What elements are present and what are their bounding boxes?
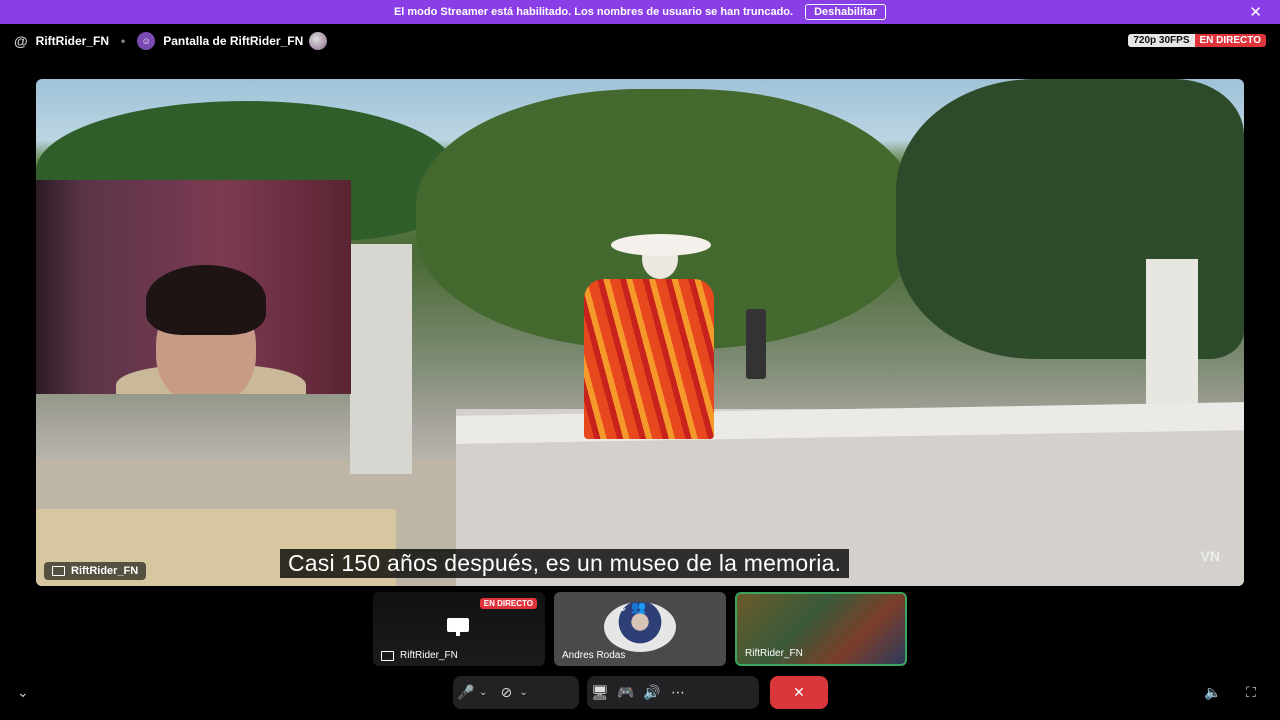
video-watermark: VN	[1200, 548, 1220, 564]
banner-message: El modo Streamer está habilitado. Los no…	[393, 6, 794, 18]
volume-icon[interactable]: 🔈	[1204, 684, 1221, 701]
streamer-mode-banner: El modo Streamer está habilitado. Los no…	[0, 0, 1280, 24]
tile-live-badge: EN DIRECTO	[479, 598, 537, 609]
channel-username[interactable]: RiftRider_FN	[36, 34, 109, 48]
chevron-down-icon[interactable]: ⌄	[479, 687, 487, 698]
tile-label-text: RiftRider_FN	[400, 650, 458, 661]
video-scene-hat	[611, 234, 711, 256]
tile-label: Andres Rodas	[562, 650, 626, 661]
chevron-down-icon[interactable]: ⌄	[519, 687, 527, 698]
participant-tiles: EN DIRECTO RiftRider_FN ⌄ 👥 Andres Rodas…	[0, 592, 1280, 668]
more-options-icon[interactable]: ⋯	[665, 680, 691, 706]
webcam-overlay	[36, 180, 351, 394]
participant-tile[interactable]: RiftRider_FN	[735, 592, 907, 666]
chevron-down-icon[interactable]: ⌄ 👥	[618, 600, 646, 614]
tile-label: RiftRider_FN	[745, 648, 803, 659]
stage-label-text: RiftRider_FN	[71, 565, 139, 577]
game-controller-icon[interactable]: 🎮	[613, 680, 639, 706]
header-left: @ RiftRider_FN • ☺ Pantalla de RiftRider…	[14, 32, 328, 50]
participant-tile[interactable]: ⌄ 👥 Andres Rodas	[554, 592, 726, 666]
screen-share-icon	[447, 618, 469, 636]
close-icon[interactable]: ✕	[1249, 3, 1262, 21]
chevron-down-icon[interactable]: ⌄	[17, 684, 29, 701]
stream-quality-badge: 720p 30FPS	[1128, 34, 1195, 47]
screen-share-icon	[52, 566, 65, 576]
media-controls-group: 🎤 ⌄ ⊘ ⌄	[453, 676, 579, 709]
at-icon: @	[14, 33, 28, 49]
call-controls: 🎤 ⌄ ⊘ ⌄ 🖥 🎮 🔊 ⋯ ✕	[0, 676, 1280, 712]
disable-streamer-mode-button[interactable]: Deshabilitar	[805, 4, 887, 20]
screen-title: Pantalla de RiftRider_FN	[163, 34, 304, 48]
call-header: @ RiftRider_FN • ☺ Pantalla de RiftRider…	[0, 24, 1280, 58]
screen-share-icon[interactable]: 🖥	[587, 680, 613, 706]
video-scene-monument	[1146, 259, 1198, 409]
live-badge: EN DIRECTO	[1194, 34, 1266, 47]
stop-stream-button[interactable]: ✕	[770, 676, 828, 709]
video-scene-person	[584, 279, 714, 439]
video-scene-gimbal	[746, 309, 766, 379]
user-avatar[interactable]	[309, 32, 328, 50]
activity-controls-group: 🖥 🎮 🔊 ⋯	[587, 676, 759, 709]
webcam-person-hair	[146, 265, 266, 335]
streamer-avatar-icon: ☺	[137, 32, 156, 50]
stream-status: 720p 30FPS EN DIRECTO	[1128, 34, 1266, 47]
participant-tile[interactable]: EN DIRECTO RiftRider_FN	[373, 592, 545, 666]
soundboard-icon[interactable]: 🔊	[639, 680, 665, 706]
fullscreen-icon[interactable]: ⛶	[1246, 684, 1256, 701]
camera-off-icon[interactable]: ⊘	[493, 680, 519, 706]
video-subtitle: Casi 150 años después, es un museo de la…	[280, 549, 850, 578]
separator-dot: •	[121, 34, 126, 48]
stage-user-label: RiftRider_FN	[44, 562, 147, 580]
screen-share-icon	[381, 650, 394, 661]
video-scene-headstone	[350, 244, 412, 474]
tile-label: RiftRider_FN	[381, 650, 458, 661]
microphone-icon[interactable]: 🎤	[453, 680, 479, 706]
